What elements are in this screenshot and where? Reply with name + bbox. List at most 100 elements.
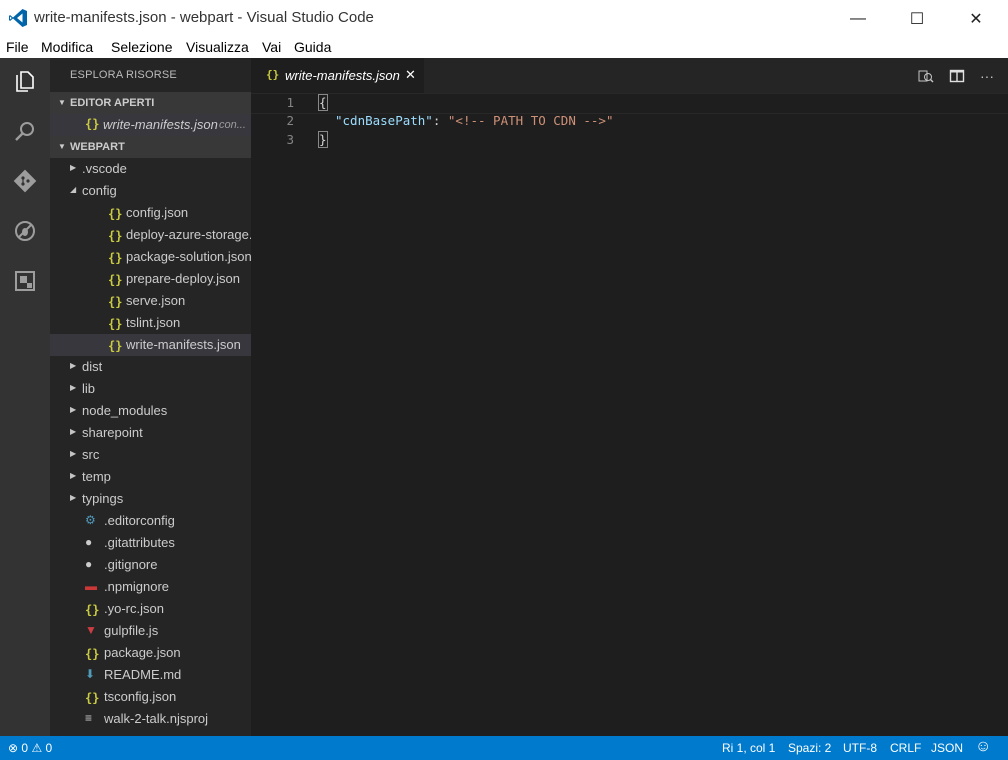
minimize-button[interactable]: — xyxy=(828,0,888,37)
open-changes-icon xyxy=(918,70,934,83)
minimize-icon: — xyxy=(850,9,866,27)
file-label: deploy-azure-storage... xyxy=(126,227,260,242)
file-label: README.md xyxy=(104,667,182,682)
line-number: 3 xyxy=(286,132,294,147)
file-item[interactable]: ≡ walk-2-talk.njsproj xyxy=(50,708,251,730)
explorer-icon[interactable] xyxy=(10,66,40,96)
error-icon: ⊗ xyxy=(8,741,19,755)
file-item[interactable]: {} serve.json xyxy=(50,290,251,312)
file-item[interactable]: {} config.json xyxy=(50,202,251,224)
language-mode[interactable]: JSON xyxy=(931,741,963,755)
json-file-icon: {} xyxy=(85,691,100,705)
folder-label: src xyxy=(82,447,100,462)
menu-selezione[interactable]: Selezione xyxy=(111,39,173,55)
chevron-right-icon: ▶ xyxy=(70,405,77,414)
json-file-icon: {} xyxy=(108,207,123,221)
folder-label: temp xyxy=(82,469,111,484)
chevron-right-icon: ▶ xyxy=(70,163,77,172)
extensions-icon[interactable] xyxy=(10,266,40,296)
folder-label: config xyxy=(82,183,117,198)
file-label: .yo-rc.json xyxy=(104,601,164,616)
json-file-icon: {} xyxy=(85,647,100,661)
indentation[interactable]: Spazi: 2 xyxy=(788,741,831,755)
file-item[interactable]: ⬇ README.md xyxy=(50,664,251,686)
warning-count: 0 xyxy=(45,741,53,755)
file-item[interactable]: {} deploy-azure-storage... xyxy=(50,224,260,246)
file-item[interactable]: {} write-manifests.json xyxy=(50,334,251,356)
json-key: "cdnBasePath" xyxy=(335,113,433,128)
folder-item[interactable]: ▶ src xyxy=(50,444,251,466)
file-label: gulpfile.js xyxy=(104,623,159,638)
file-item[interactable]: ● .gitignore xyxy=(50,554,251,576)
status-bar: ⊗ 0 ⚠ 0 Ri 1, col 1 Spazi: 2 UTF-8 CRLF … xyxy=(0,736,1008,760)
json-file-icon: {} xyxy=(266,68,280,81)
file-label: tsconfig.json xyxy=(104,689,177,704)
line-content: { xyxy=(318,94,328,111)
more-actions-button[interactable]: ··· xyxy=(977,66,997,86)
close-icon[interactable]: ✕ xyxy=(405,67,416,83)
chevron-right-icon: ▶ xyxy=(70,493,77,502)
chevron-right-icon: ▶ xyxy=(70,383,77,392)
menu-modifica[interactable]: Modifica xyxy=(41,39,93,55)
folder-item[interactable]: ▶ dist xyxy=(50,356,251,378)
file-item[interactable]: ▼ gulpfile.js xyxy=(50,620,251,642)
file-item[interactable]: ⚙ .editorconfig xyxy=(50,510,251,532)
debug-icon[interactable] xyxy=(10,216,40,246)
menu-file[interactable]: File xyxy=(6,39,29,55)
menu-vai[interactable]: Vai xyxy=(262,39,281,55)
file-item[interactable]: {} package.json xyxy=(50,642,251,664)
folder-item[interactable]: ◢ config xyxy=(50,180,251,202)
open-editor-item[interactable]: {} write-manifests.json con... xyxy=(50,114,251,136)
cursor-position[interactable]: Ri 1, col 1 xyxy=(722,741,775,755)
code-line: 1 { xyxy=(251,93,1008,114)
folder-item[interactable]: ▶ .vscode xyxy=(50,158,251,180)
maximize-button[interactable]: ☐ xyxy=(887,0,947,37)
text-file-icon: ≡ xyxy=(85,711,93,725)
open-changes-button[interactable] xyxy=(916,66,936,86)
code-editor[interactable]: 1 { 2 "cdnBasePath": "<!-- PATH TO CDN -… xyxy=(251,93,1008,736)
github-icon: ● xyxy=(85,557,93,571)
search-icon[interactable] xyxy=(10,116,40,146)
json-separator: : xyxy=(432,113,448,128)
menu-bar: File Modifica Selezione Visualizza Vai G… xyxy=(0,37,1008,59)
encoding[interactable]: UTF-8 xyxy=(843,741,877,755)
file-label: .editorconfig xyxy=(104,513,175,528)
open-editors-header[interactable]: ▼ EDITOR APERTI xyxy=(50,92,251,114)
problems-indicator[interactable]: ⊗ 0 ⚠ 0 xyxy=(8,741,52,755)
folder-item[interactable]: ▶ sharepoint xyxy=(50,422,251,444)
file-item[interactable]: {} package-solution.json xyxy=(50,246,252,268)
split-editor-button[interactable] xyxy=(947,66,967,86)
file-label: .npmignore xyxy=(104,579,170,594)
code-line: 2 "cdnBasePath": "<!-- PATH TO CDN -->" xyxy=(251,112,1008,131)
npm-icon: ▬ xyxy=(85,579,97,593)
file-item[interactable]: {} prepare-deploy.json xyxy=(50,268,251,290)
file-item[interactable]: ▬ .npmignore xyxy=(50,576,251,598)
menu-guida[interactable]: Guida xyxy=(294,39,331,55)
webpart-header[interactable]: ▼ WEBPART xyxy=(50,136,251,158)
file-item[interactable]: {} tslint.json xyxy=(50,312,251,334)
file-label: serve.json xyxy=(126,293,186,308)
folder-item[interactable]: ▶ temp xyxy=(50,466,251,488)
folder-item[interactable]: ▶ typings xyxy=(50,488,251,510)
line-endings[interactable]: CRLF xyxy=(890,741,921,755)
folder-item[interactable]: ▶ lib xyxy=(50,378,251,400)
json-value: "<!-- PATH TO CDN -->" xyxy=(447,113,614,128)
menu-visualizza[interactable]: Visualizza xyxy=(186,39,249,55)
error-count: 0 xyxy=(21,741,29,755)
maximize-icon: ☐ xyxy=(909,10,925,28)
window-title: write-manifests.json - webpart - Visual … xyxy=(34,9,374,26)
line-number: 2 xyxy=(286,113,294,128)
git-icon[interactable] xyxy=(10,166,40,196)
folder-label: .vscode xyxy=(82,161,127,176)
tab-bar: {} write-manifests.json ✕ ··· xyxy=(251,58,1008,93)
close-button[interactable]: ✕ xyxy=(946,0,1006,37)
feedback-smiley-icon[interactable]: ☺ xyxy=(975,738,991,756)
folder-label: dist xyxy=(82,359,103,374)
tab-write-manifests[interactable]: {} write-manifests.json ✕ xyxy=(251,58,424,93)
file-item[interactable]: ● .gitattributes xyxy=(50,532,251,554)
file-item[interactable]: {} .yo-rc.json xyxy=(50,598,251,620)
file-item[interactable]: {} tsconfig.json xyxy=(50,686,251,708)
folder-item[interactable]: ▶ node_modules xyxy=(50,400,251,422)
chevron-right-icon: ▶ xyxy=(70,471,77,480)
gulp-icon: ▼ xyxy=(85,623,97,637)
